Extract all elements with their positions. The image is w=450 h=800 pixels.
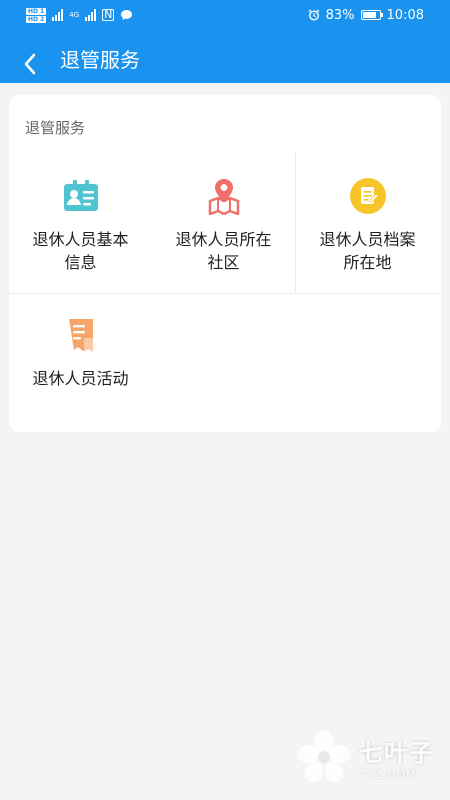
signal-icon [52, 9, 64, 21]
card-title: 退管服务 [25, 119, 86, 137]
app-bar: 退管服务 [0, 30, 450, 83]
watermark-domain: 7YZ.COM [359, 768, 417, 781]
page-title: 退管服务 [60, 48, 140, 72]
service-item-label: 退休人员所在社区 [175, 230, 272, 272]
service-item-activities[interactable]: 退休人员活动 [9, 293, 152, 432]
watermark-name: 七叶子 [359, 739, 434, 767]
status-left: HD 1 HD 2 4G N [26, 7, 133, 23]
id-card-icon [61, 176, 101, 216]
hd-icon: HD 1 HD 2 [26, 7, 47, 23]
map-pin-icon [204, 176, 244, 216]
back-button[interactable] [0, 37, 60, 90]
status-bar: HD 1 HD 2 4G N 83% 10:08 [0, 0, 450, 30]
chat-icon [121, 10, 133, 20]
network-type: 4G [69, 11, 80, 19]
service-item-basic-info[interactable]: 退休人员基本信息 [9, 154, 152, 293]
file-edit-icon [348, 176, 388, 216]
watermark: 七叶子 7YZ.COM [295, 727, 440, 787]
leaf-logo-icon [297, 730, 351, 783]
service-item-label: 退休人员档案所在地 [319, 230, 416, 272]
signal-icon-2 [85, 9, 97, 21]
chevron-left-icon [24, 53, 36, 74]
service-item-archive-location[interactable]: 退休人员档案所在地 [296, 154, 439, 293]
document-bookmark-icon [61, 315, 101, 355]
alarm-icon [308, 9, 319, 21]
service-item-label: 退休人员活动 [32, 369, 129, 388]
status-right: 83% 10:08 [308, 8, 424, 23]
battery-icon [360, 10, 383, 20]
battery-percent: 83% [325, 7, 355, 23]
watermark-text: 七叶子 7YZ.COM [359, 733, 434, 781]
service-item-community[interactable]: 退休人员所在社区 [152, 154, 295, 293]
service-item-label: 退休人员基本信息 [32, 230, 129, 272]
nfc-icon: N [102, 8, 115, 21]
clock: 10:08 [386, 7, 424, 23]
service-card: 退管服务 退休人员基本信息 退休人员所在社区 退休人员档案所在地 退休人员活动 [9, 95, 441, 432]
